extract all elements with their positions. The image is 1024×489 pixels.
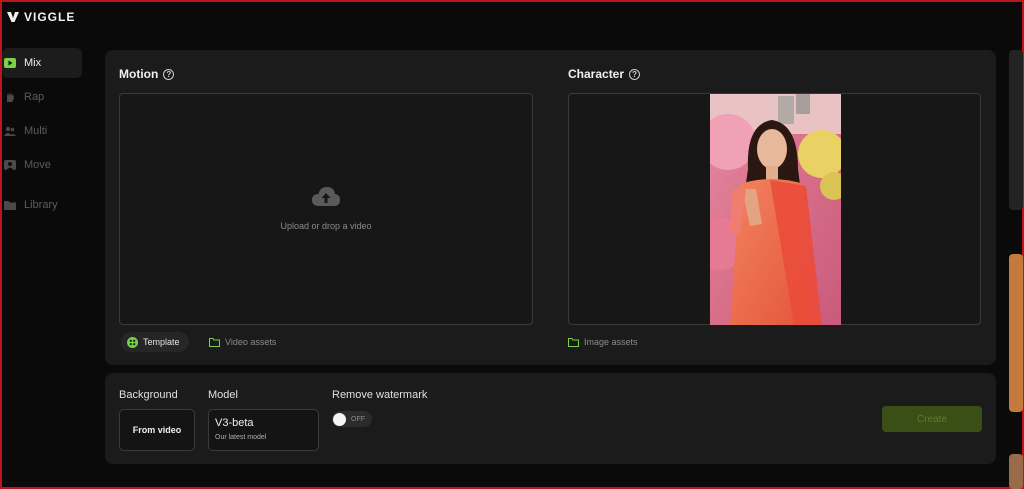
upload-area: Upload or drop a video [120, 186, 532, 231]
model-value: V3-beta [215, 417, 254, 429]
sidebar-item-multi[interactable]: Multi [2, 116, 86, 146]
sidebar-item-label: Rap [24, 91, 45, 103]
folder-icon [4, 201, 16, 210]
background-select[interactable]: From video [119, 409, 195, 451]
watermark-label: Remove watermark [332, 389, 428, 401]
folder-icon [568, 337, 579, 347]
play-icon [4, 58, 16, 68]
create-button[interactable]: Create [882, 406, 982, 432]
background-label: Background [119, 389, 178, 401]
background-value: From video [132, 425, 182, 435]
settings-panel: Background From video Model V3-beta Our … [105, 373, 996, 464]
model-select[interactable]: V3-beta Our latest model [208, 409, 319, 451]
sidebar-item-rap[interactable]: Rap [2, 82, 86, 112]
app-name: VIGGLE [24, 10, 76, 24]
motion-title: Motion ? [119, 67, 175, 81]
sidebar-item-move[interactable]: Move [2, 150, 86, 180]
toggle-state: OFF [351, 415, 365, 423]
character-dropzone[interactable] [568, 93, 981, 325]
thumbnail-edge[interactable] [1009, 254, 1023, 412]
toggle-knob [333, 412, 346, 426]
sidebar-item-label: Mix [24, 57, 42, 69]
watermark-toggle[interactable]: OFF [332, 411, 372, 427]
person-card-icon [4, 160, 16, 170]
sidebar: Mix Rap Multi Move Library [2, 48, 86, 224]
motion-dropzone[interactable]: Upload or drop a video [119, 93, 533, 325]
model-description: Our latest model [215, 434, 267, 441]
users-icon [4, 126, 16, 136]
sidebar-item-label: Multi [24, 125, 48, 137]
template-icon [127, 336, 138, 348]
side-panel-edge [1009, 50, 1023, 210]
image-assets-link[interactable]: Image assets [568, 332, 638, 352]
character-image [710, 94, 841, 325]
app-logo: VIGGLE [6, 10, 75, 24]
help-icon[interactable]: ? [163, 68, 175, 80]
hand-icon [7, 92, 14, 102]
help-icon[interactable]: ? [629, 68, 641, 80]
input-panel: Motion ? Upload or drop a video Template… [105, 50, 996, 365]
upload-hint: Upload or drop a video [280, 221, 372, 231]
cloud-upload-icon [312, 187, 340, 206]
tab-video-assets[interactable]: Video assets [209, 332, 276, 352]
sidebar-item-mix[interactable]: Mix [2, 48, 82, 78]
folder-icon [209, 337, 220, 347]
sidebar-item-label: Move [24, 159, 51, 171]
viggle-logo-icon [7, 12, 19, 22]
sidebar-item-library[interactable]: Library [2, 190, 86, 220]
model-label: Model [208, 389, 238, 401]
sidebar-item-label: Library [24, 199, 58, 211]
character-photo [710, 94, 841, 325]
tab-template[interactable]: Template [121, 332, 189, 352]
character-title: Character ? [568, 67, 641, 81]
thumbnail-edge[interactable] [1009, 454, 1023, 489]
